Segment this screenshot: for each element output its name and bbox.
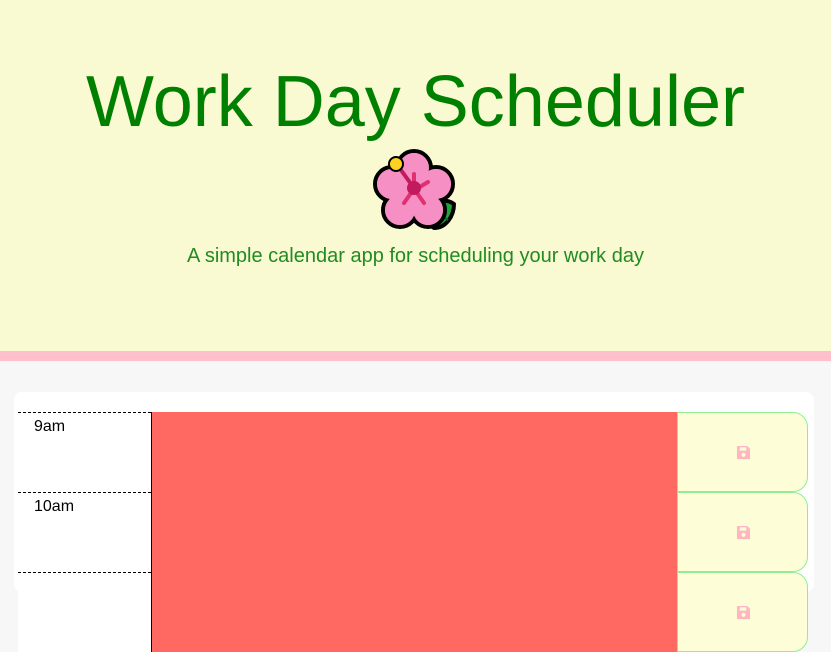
- save-icon: [736, 605, 751, 620]
- save-button[interactable]: [677, 572, 808, 652]
- save-button[interactable]: [677, 412, 808, 492]
- event-description-input[interactable]: [151, 412, 677, 492]
- save-icon: [736, 525, 751, 540]
- hour-label: 9am: [18, 412, 151, 492]
- page-header: Work Day Scheduler A simple calendar app…: [0, 0, 831, 361]
- save-icon: [736, 445, 751, 460]
- hibiscus-icon: [373, 149, 456, 230]
- time-block-row: [18, 572, 808, 652]
- hour-label: 10am: [18, 492, 151, 572]
- event-description-input[interactable]: [151, 572, 677, 652]
- time-block-row: 10am: [18, 492, 808, 572]
- save-button[interactable]: [677, 492, 808, 572]
- event-description-input[interactable]: [151, 492, 677, 572]
- hour-label: [18, 572, 151, 652]
- page-title: Work Day Scheduler: [86, 62, 745, 142]
- time-block-row: 9am: [18, 412, 808, 492]
- page-subtitle: A simple calendar app for scheduling you…: [187, 245, 644, 267]
